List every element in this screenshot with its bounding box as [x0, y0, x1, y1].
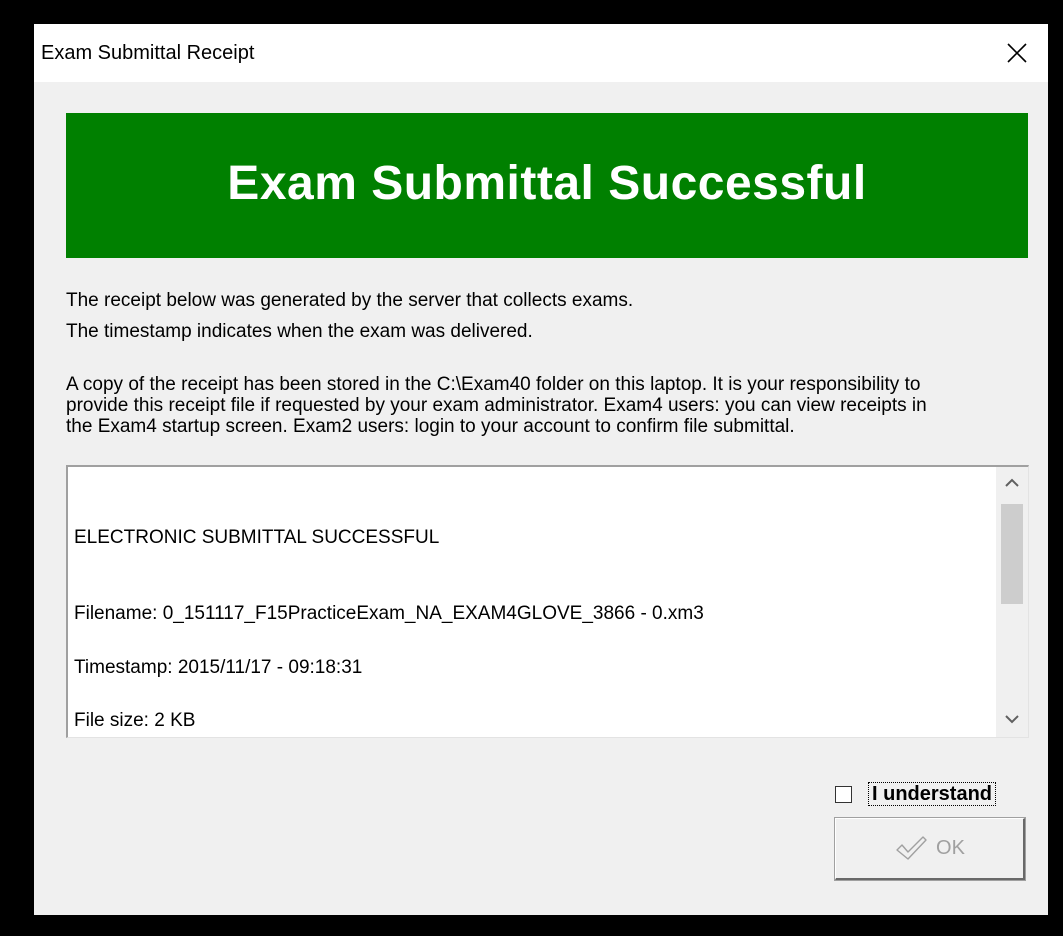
receipt-dialog: Exam Submittal Receipt Exam Submittal Su… [34, 24, 1048, 915]
close-icon [1007, 43, 1027, 63]
chevron-down-icon [1005, 715, 1019, 724]
notice-line: provide this receipt file if requested b… [66, 395, 927, 416]
receipt-text-area[interactable]: ELECTRONIC SUBMITTAL SUCCESSFUL Filename… [66, 465, 1029, 738]
notice-line: A copy of the receipt has been stored in… [66, 374, 921, 395]
success-banner: Exam Submittal Successful [66, 113, 1028, 258]
scroll-thumb[interactable] [1001, 504, 1023, 604]
info-line-2: The timestamp indicates when the exam wa… [66, 321, 533, 342]
notice-line: the Exam4 startup screen. Exam2 users: l… [66, 416, 795, 437]
receipt-status: ELECTRONIC SUBMITTAL SUCCESSFUL [74, 527, 440, 548]
understand-checkbox-row[interactable]: I understand [835, 782, 997, 806]
understand-checkbox[interactable] [835, 785, 852, 803]
close-button[interactable] [990, 24, 1048, 82]
chevron-up-icon [1005, 478, 1019, 487]
receipt-timestamp: Timestamp: 2015/11/17 - 09:18:31 [74, 657, 363, 678]
ok-label: OK [936, 837, 965, 859]
vertical-scrollbar[interactable] [996, 467, 1028, 737]
receipt-filesize: File size: 2 KB [74, 710, 196, 731]
receipt-filename: Filename: 0_151117_F15PracticeExam_NA_EX… [74, 603, 704, 624]
title-bar: Exam Submittal Receipt [34, 24, 1048, 82]
info-line-1: The receipt below was generated by the s… [66, 290, 634, 311]
banner-title: Exam Submittal Successful [227, 157, 867, 210]
ok-button[interactable]: OK [834, 817, 1026, 881]
understand-label[interactable]: I understand [868, 782, 997, 806]
checkmark-icon [896, 835, 927, 860]
scroll-up-button[interactable] [996, 467, 1028, 501]
window-title: Exam Submittal Receipt [41, 42, 255, 64]
scroll-down-button[interactable] [996, 703, 1028, 737]
notice-paragraph: A copy of the receipt has been stored in… [66, 374, 1034, 437]
